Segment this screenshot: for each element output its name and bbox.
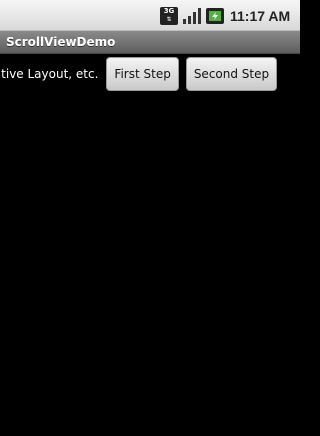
3g-icon: 3G ⇅ xyxy=(160,7,178,25)
battery-icon xyxy=(206,8,224,24)
scroll-content: out, Relative Layout, etc. First Step Se… xyxy=(0,54,284,94)
layout-description-text: out, Relative Layout, etc. xyxy=(0,67,99,81)
title-bar: ScrollViewDemo xyxy=(0,31,300,54)
second-step-button[interactable]: Second Step xyxy=(185,57,278,91)
network-label: 3G xyxy=(163,7,175,15)
scroll-edge-fade xyxy=(288,54,300,94)
phone-screen: 3G ⇅ 11:17 AM ScrollViewDemo out, Relati… xyxy=(0,0,300,436)
first-step-button[interactable]: First Step xyxy=(106,57,179,91)
status-time: 11:17 AM xyxy=(230,8,291,24)
app-title: ScrollViewDemo xyxy=(6,35,116,49)
status-bar: 3G ⇅ 11:17 AM xyxy=(0,0,300,31)
signal-icon xyxy=(183,8,201,24)
horizontal-scroll-view[interactable]: out, Relative Layout, etc. First Step Se… xyxy=(0,54,300,94)
